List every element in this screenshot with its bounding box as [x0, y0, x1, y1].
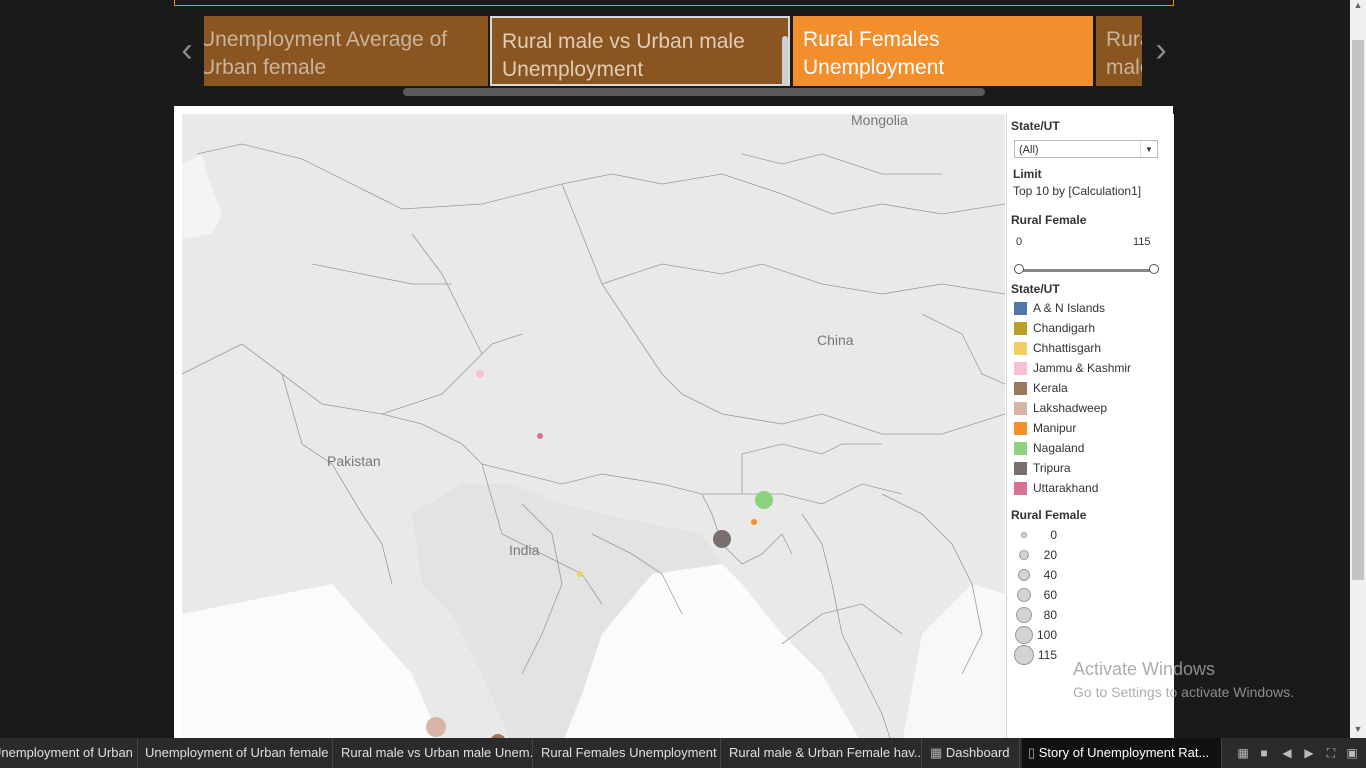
map-label-mongolia: Mongolia	[851, 114, 908, 128]
story-strip-scrollbar[interactable]	[403, 88, 985, 96]
story-point-rural-females[interactable]: Rural Females Unemployment	[793, 16, 1093, 86]
chevron-down-icon[interactable]: ▼	[1140, 141, 1157, 157]
legend-item-label[interactable]: Chandigarh	[1033, 321, 1095, 335]
tab-label: Rural male & Urban Female hav...	[729, 745, 922, 760]
range-slider-min-handle[interactable]	[1014, 264, 1024, 274]
size-legend-label: 115	[1037, 648, 1057, 662]
tab-label: Dashboard	[945, 745, 1010, 760]
legend-item-label[interactable]: Lakshadweep	[1033, 401, 1107, 415]
legend-swatch[interactable]	[1014, 342, 1027, 355]
activation-watermark-title: Activate Windows	[1073, 659, 1216, 679]
mark-chhattisgarh[interactable]	[577, 571, 583, 577]
scrollbar-thumb[interactable]	[1352, 40, 1364, 580]
sheet-tab-bar: Unemployment of Urban male Unemployment …	[0, 738, 1366, 768]
mark-tripura[interactable]	[713, 530, 731, 548]
tab-label: Story of Unemployment Rat...	[1038, 745, 1210, 760]
legend-item-label[interactable]: Nagaland	[1033, 441, 1084, 455]
tab-label: Unemployment of Urban female	[145, 745, 329, 760]
scroll-down-icon[interactable]: ▼	[1350, 724, 1366, 738]
story-point-label: Rural male vs Urban male Unemployment	[502, 30, 745, 81]
story-title-bar	[174, 0, 1174, 6]
size-legend-title: Rural Female	[1011, 508, 1087, 522]
scroll-up-icon[interactable]: ▲	[1350, 0, 1366, 14]
mark-uttarakhand[interactable]	[537, 433, 543, 439]
size-legend-label: 0	[1050, 528, 1057, 542]
legend-swatch[interactable]	[1014, 322, 1027, 335]
mark-manipur[interactable]	[751, 519, 757, 525]
legend-item-label[interactable]: Jammu & Kashmir	[1033, 361, 1131, 375]
range-slider-max-handle[interactable]	[1149, 264, 1159, 274]
range-filter-title: Rural Female	[1011, 213, 1087, 227]
size-legend-label: 60	[1043, 588, 1057, 602]
vertical-scrollbar[interactable]: ▲ ▼	[1350, 0, 1366, 738]
tab-label: Unemployment of Urban male	[0, 745, 137, 760]
legend-panel: State/UT (All) ▼ Limit Top 10 by [Calcul…	[1006, 114, 1174, 744]
activation-watermark-subtitle: Go to Settings to activate Windows.	[1073, 684, 1294, 700]
show-tabs-icon[interactable]: ■	[1257, 746, 1271, 760]
tab-rural-vs-urban-male[interactable]: Rural male vs Urban male Unem...	[335, 738, 533, 768]
next-sheet-icon[interactable]: ▶	[1302, 746, 1316, 760]
tab-story[interactable]: ▯ Story of Unemployment Rat...	[1022, 738, 1222, 768]
size-legend-label: 40	[1043, 568, 1057, 582]
story-point-rural-male-urban-female[interactable]: Rural male & Urban Female have	[1096, 16, 1142, 86]
story-icon: ▯	[1028, 745, 1039, 760]
mark-jammu-kashmir[interactable]	[476, 370, 484, 378]
story-next-arrow[interactable]: ›	[1146, 30, 1176, 70]
story-navigator: Unemployment Average of Urban female Rur…	[204, 16, 1142, 86]
story-prev-arrow[interactable]: ‹	[172, 30, 202, 70]
tab-label: Rural male vs Urban male Unem...	[341, 745, 533, 760]
legend-item-label[interactable]: Kerala	[1033, 381, 1068, 395]
story-point-rural-vs-urban-male[interactable]: Rural male vs Urban male Unemployment	[490, 16, 790, 86]
first-sheet-icon[interactable]: ◀	[1280, 746, 1294, 760]
limit-value: Top 10 by [Calculation1]	[1013, 184, 1142, 198]
range-min-label: 0	[1016, 236, 1023, 248]
legend-swatch[interactable]	[1014, 462, 1027, 475]
legend-swatch[interactable]	[1014, 302, 1027, 315]
map-view[interactable]: Mongolia China Pakistan India	[182, 114, 1005, 744]
legend-swatch[interactable]	[1014, 382, 1027, 395]
limit-title: Limit	[1013, 167, 1042, 181]
dashboard-panel: Mongolia China Pakistan India State/UT (…	[174, 106, 1174, 744]
state-filter-dropdown[interactable]: (All) ▼	[1014, 140, 1158, 158]
size-legend-label: 20	[1043, 548, 1057, 562]
color-legend-title: State/UT	[1011, 282, 1060, 296]
legend-swatch[interactable]	[1014, 422, 1027, 435]
map-label-india: India	[509, 542, 540, 558]
state-filter-title: State/UT	[1011, 119, 1060, 133]
story-point-label: Rural male & Urban Female have	[1106, 28, 1142, 86]
map-label-china: China	[817, 332, 854, 348]
legend-item-label[interactable]: Manipur	[1033, 421, 1076, 435]
tab-urban-female[interactable]: Unemployment of Urban female	[139, 738, 333, 768]
legend-swatch[interactable]	[1014, 482, 1027, 495]
legend-swatch[interactable]	[1014, 362, 1027, 375]
legend-swatch[interactable]	[1014, 442, 1027, 455]
map-svg	[182, 114, 1005, 744]
tab-urban-male[interactable]: Unemployment of Urban male	[0, 738, 138, 768]
fullscreen-icon[interactable]: ⛶	[1324, 746, 1338, 760]
mark-lakshadweep[interactable]	[426, 717, 446, 737]
range-slider-track[interactable]	[1019, 269, 1153, 272]
tab-rural-male-urban-female[interactable]: Rural male & Urban Female hav...	[723, 738, 922, 768]
legend-item-label[interactable]: Uttarakhand	[1033, 481, 1098, 495]
map-label-pakistan: Pakistan	[327, 453, 381, 469]
presentation-icon[interactable]: ▣	[1345, 746, 1359, 760]
story-point-label: Rural Females Unemployment	[803, 28, 945, 79]
legend-item-label[interactable]: Chhattisgarh	[1033, 341, 1101, 355]
range-max-label: 115	[1133, 236, 1151, 248]
tab-dashboard[interactable]: ▦ Dashboard	[924, 738, 1020, 768]
story-point-scrollbar[interactable]	[782, 36, 788, 86]
size-legend-label: 80	[1043, 608, 1057, 622]
tab-label: Rural Females Unemployment	[541, 745, 717, 760]
legend-swatch[interactable]	[1014, 402, 1027, 415]
tab-rural-females[interactable]: Rural Females Unemployment	[535, 738, 721, 768]
dashboard-icon: ▦	[930, 745, 946, 760]
mark-nagaland[interactable]	[755, 491, 773, 509]
legend-item-label[interactable]: A & N Islands	[1033, 301, 1105, 315]
state-filter-value: (All)	[1019, 144, 1039, 156]
story-point-label: Unemployment Average of Urban female	[204, 28, 448, 79]
show-filmstrip-icon[interactable]: ▦	[1236, 746, 1250, 760]
size-legend-label: 100	[1036, 628, 1057, 642]
legend-item-label[interactable]: Tripura	[1033, 461, 1071, 475]
story-point-urban-female[interactable]: Unemployment Average of Urban female	[204, 16, 488, 86]
